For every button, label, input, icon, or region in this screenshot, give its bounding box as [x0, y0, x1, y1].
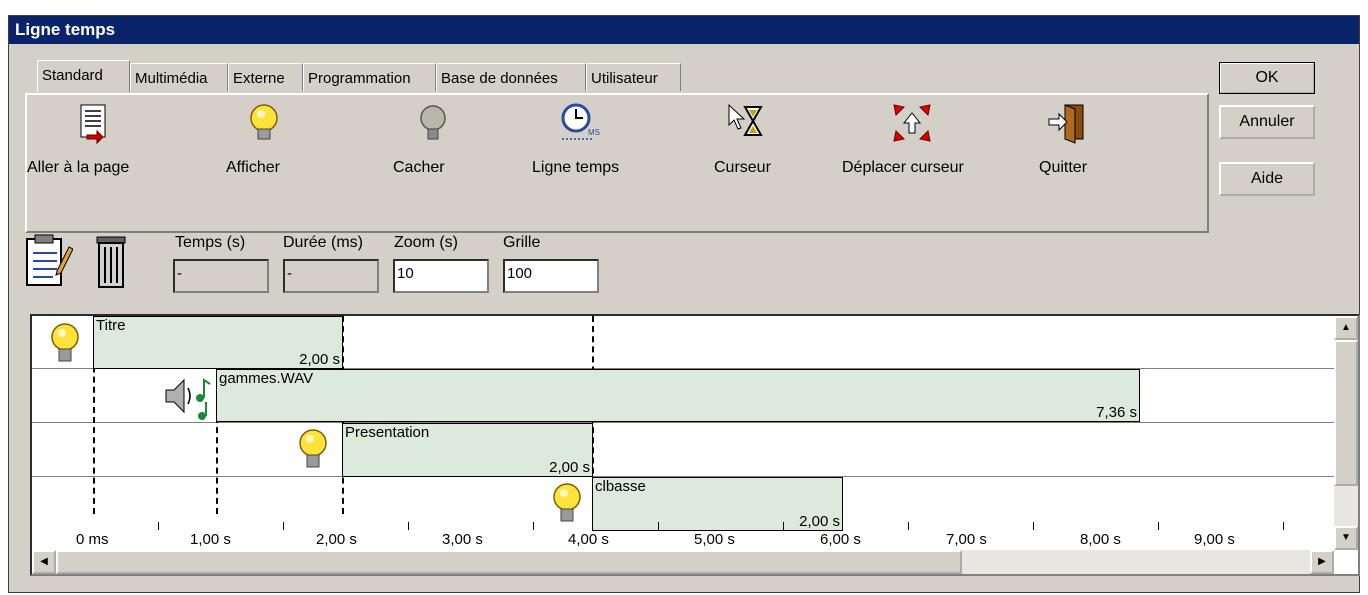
clipboard-edit-icon[interactable]: [23, 231, 73, 289]
lightbulb-on-icon: [299, 429, 327, 468]
vertical-scroll-thumb[interactable]: [1334, 340, 1358, 486]
lightbulb-on-icon: [553, 483, 581, 522]
tab-utilisateur[interactable]: Utilisateur: [586, 63, 681, 91]
block-name: gammes.WAV: [219, 370, 314, 387]
minor-tick: [658, 522, 659, 530]
tool-label: Afficher: [226, 159, 280, 176]
move-cursor-icon: [893, 104, 931, 142]
ruler-label: 2,00 s: [316, 531, 357, 548]
minor-tick: [1283, 522, 1284, 530]
vertical-scrollbar[interactable]: ▲ ▼: [1334, 316, 1358, 550]
help-button[interactable]: Aide: [1219, 162, 1315, 196]
ruler-label: 4,00 s: [568, 531, 609, 548]
cancel-button[interactable]: Annuler: [1219, 105, 1315, 139]
ruler-label: 6,00 s: [820, 531, 861, 548]
ruler-label: 5,00 s: [694, 531, 735, 548]
minor-tick: [1158, 522, 1159, 530]
minor-tick: [783, 522, 784, 530]
exit-door-icon: [1048, 104, 1084, 144]
minor-tick: [408, 522, 409, 530]
tool-label: Curseur: [714, 159, 771, 176]
minor-tick: [283, 522, 284, 530]
block-name: Presentation: [345, 424, 430, 441]
minor-tick: [158, 522, 159, 530]
minor-tick: [908, 522, 909, 530]
tool-label: Déplacer curseur: [842, 159, 964, 176]
ruler-label: 0 ms: [76, 531, 109, 548]
block-name: clbasse: [595, 478, 646, 495]
scroll-right-button[interactable]: ▶: [1310, 550, 1334, 574]
tab-base-de-donnees[interactable]: Base de données: [436, 63, 586, 91]
ruler-label: 9,00 s: [1194, 531, 1235, 548]
tool-label: Quitter: [1039, 159, 1088, 176]
tool-label: Aller à la page: [27, 159, 130, 176]
horizontal-scrollbar[interactable]: ◀ ▶: [32, 550, 1334, 574]
lightbulb-on-icon: [51, 323, 79, 362]
cursor-hourglass-icon: [728, 103, 763, 136]
trash-icon[interactable]: [91, 231, 131, 289]
lightbulb-on-icon: [250, 104, 278, 140]
scroll-up-button[interactable]: ▲: [1334, 316, 1358, 340]
zoom-field[interactable]: 10: [393, 259, 489, 293]
time-label: Temps (s): [175, 234, 246, 251]
timeline-block-gammes[interactable]: gammes.WAV 7,36 s: [216, 369, 1140, 422]
grid-label: Grille: [503, 234, 541, 251]
block-duration: 2,00 s: [299, 351, 340, 368]
scroll-down-button[interactable]: ▼: [1334, 526, 1358, 550]
clock-icon: MS: [561, 103, 600, 140]
minor-tick: [533, 522, 534, 530]
page-goto-icon: [80, 104, 106, 145]
ruler-label: 7,00 s: [946, 531, 987, 548]
tab-multimedia[interactable]: Multimédia: [130, 63, 228, 91]
block-duration: 7,36 s: [1096, 404, 1137, 421]
lane-divider: [32, 422, 1336, 423]
timeline-block-titre[interactable]: Titre 2,00 s: [93, 316, 343, 369]
duration-field[interactable]: -: [283, 259, 379, 293]
timeline-area[interactable]: Titre 2,00 s gammes.WAV 7,36 s Presentat…: [30, 314, 1360, 576]
tab-externe[interactable]: Externe: [228, 63, 303, 91]
duration-label: Durée (ms): [283, 234, 364, 251]
block-duration: 2,00 s: [549, 459, 590, 476]
ruler-label: 3,00 s: [442, 531, 483, 548]
ruler-label: 8,00 s: [1080, 531, 1121, 548]
ok-button[interactable]: OK: [1219, 62, 1315, 94]
tab-standard[interactable]: Standard: [37, 60, 130, 92]
lightbulb-off-icon: [420, 105, 446, 140]
minor-tick: [1033, 522, 1034, 530]
window-title: Ligne temps: [9, 16, 1359, 44]
speaker-music-icon: [165, 378, 211, 420]
timeline-block-clbasse[interactable]: clbasse 2,00 s: [592, 477, 843, 531]
horizontal-scroll-thumb[interactable]: [56, 550, 962, 574]
block-name: Titre: [96, 317, 126, 334]
grid-field[interactable]: 100: [503, 259, 599, 293]
tool-panel: Aller à la page Afficher Cacher MS Ligne…: [25, 93, 1209, 233]
timeline-block-presentation[interactable]: Presentation 2,00 s: [342, 423, 593, 477]
svg-text:MS: MS: [588, 128, 600, 137]
zoom-label: Zoom (s): [394, 234, 458, 251]
tool-label: Ligne temps: [532, 159, 620, 176]
ruler-label: 1,00 s: [190, 531, 231, 548]
scroll-left-button[interactable]: ◀: [32, 550, 56, 574]
tool-label: Cacher: [393, 159, 445, 176]
block-duration: 2,00 s: [799, 513, 840, 530]
tab-programmation[interactable]: Programmation: [303, 63, 436, 91]
time-field[interactable]: -: [173, 259, 269, 293]
